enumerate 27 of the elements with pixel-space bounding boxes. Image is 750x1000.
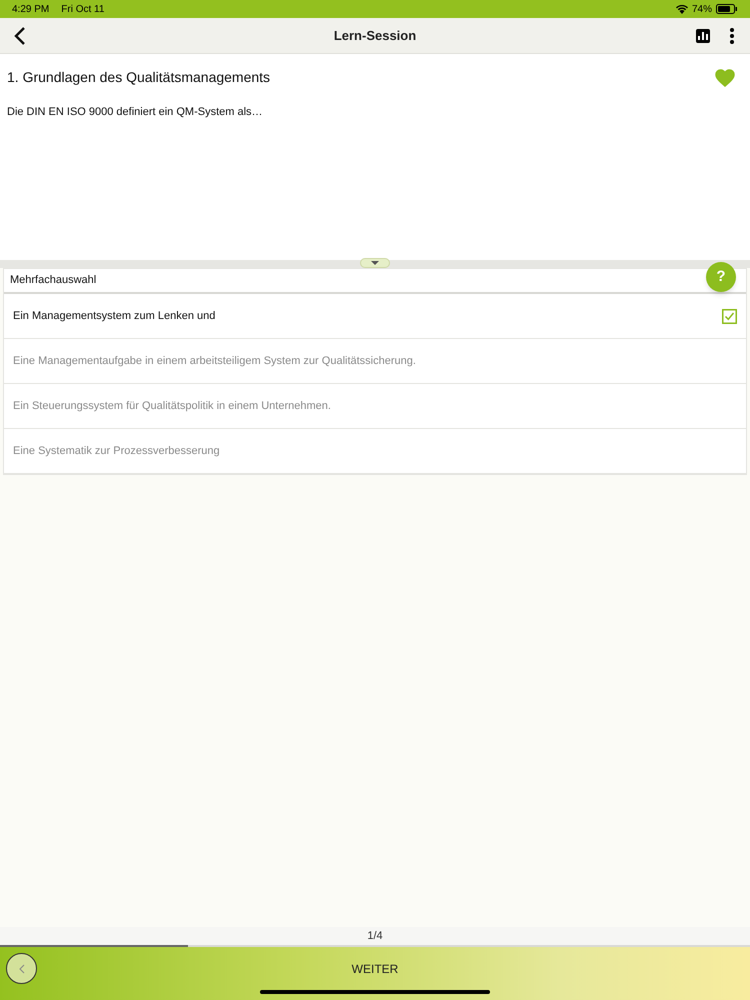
page-counter: 1/4 [367, 928, 383, 944]
answer-text: Eine Systematik zur Prozessverbesserung [13, 444, 220, 459]
screen-title: Lern-Session [334, 26, 416, 45]
help-button[interactable]: ? [706, 262, 736, 292]
battery-icon [716, 4, 738, 14]
status-date: Fri Oct 11 [61, 2, 104, 16]
status-time: 4:29 PM [12, 2, 50, 16]
next-button[interactable]: WEITER [352, 960, 398, 978]
answer-option[interactable]: Eine Managementaufgabe in einem arbeitsteiligem System zur Qualitätssicherung. [4, 339, 746, 384]
back-icon [14, 26, 26, 44]
answer-type-label: Mehrfachauswahl [10, 273, 96, 288]
question-text: Die DIN EN ISO 9000 definiert ein QM-System als… [7, 105, 264, 120]
more-button[interactable] [730, 28, 734, 44]
wifi-icon [676, 4, 688, 14]
answer-text: Eine Managementaufgabe in einem arbeitsteiligem System zur Qualitätssicherung. [13, 354, 416, 369]
answer-option[interactable]: Ein Managementsystem zum Lenken und [4, 294, 746, 339]
answer-option[interactable]: Ein Steuerungssystem für Qualitätspolitik in einem Unternehmen. [4, 384, 746, 429]
battery-percent: 74% [692, 2, 712, 16]
checkbox-checked-icon[interactable] [722, 308, 737, 324]
answer-text: Ein Managementsystem zum Lenken und [13, 308, 216, 324]
collapse-handle[interactable] [360, 258, 390, 268]
answer-option[interactable]: Eine Systematik zur Prozessverbesserung [4, 429, 746, 474]
question-title: 1. Grundlagen des Qualitätsmanagements [7, 68, 270, 87]
answer-text: Ein Steuerungssystem für Qualitätspolitik in einem Unternehmen. [13, 398, 331, 414]
statistics-button[interactable] [696, 28, 710, 42]
back-icon [18, 964, 24, 974]
previous-button[interactable] [6, 953, 37, 984]
